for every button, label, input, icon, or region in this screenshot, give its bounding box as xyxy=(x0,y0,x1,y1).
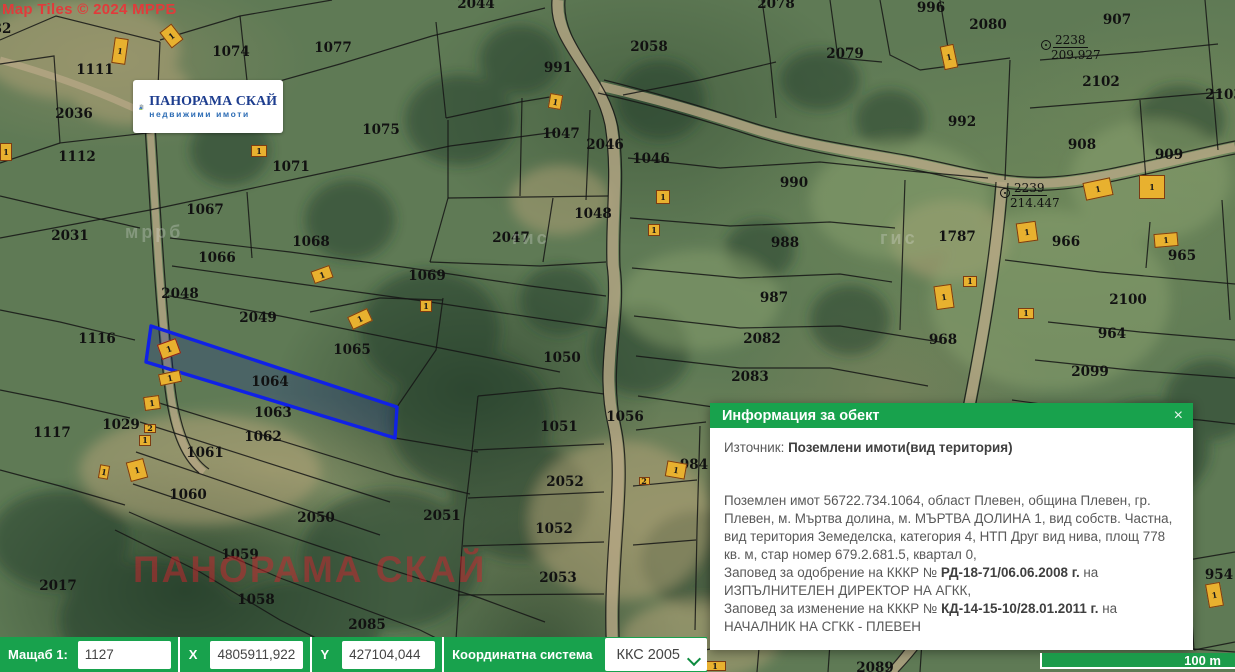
toolbar-divider xyxy=(310,637,312,672)
building-icon: 2 xyxy=(144,424,156,433)
toolbar-divider xyxy=(442,637,444,672)
source-line: Източник: Поземлени имоти(вид територия) xyxy=(724,439,1179,457)
parcel-description: Поземлен имот 56722.734.1064, област Пле… xyxy=(724,492,1180,636)
bottom-toolbar: Мащаб 1: X Y Координатна система ККС 200… xyxy=(0,637,707,672)
building-icon: 1 xyxy=(420,300,432,312)
survey-point-icon xyxy=(1041,40,1051,50)
info-panel-header: Информация за обект × xyxy=(710,403,1193,428)
building-icon: 1 xyxy=(1018,308,1034,319)
crs-label: Координатна система xyxy=(452,647,592,662)
logo-title: ПАНОРАМА СКАЙ xyxy=(149,94,277,110)
survey-point-elevation: 209.927 xyxy=(1051,49,1101,61)
building-icon: 1 xyxy=(648,224,660,236)
logo-subtitle: недвижими имоти xyxy=(149,110,277,120)
x-label: X xyxy=(189,647,198,662)
scale-input[interactable] xyxy=(78,641,171,669)
survey-point-elevation: 214.447 xyxy=(1010,197,1060,209)
map-attribution: Map Tiles © 2024 МРРБ xyxy=(2,1,177,18)
scale-bar-label: 100 m xyxy=(1184,653,1221,668)
building-icon: 1 xyxy=(1016,221,1039,244)
building-icon: 1 xyxy=(1139,175,1165,199)
survey-point-number: 2238 xyxy=(1053,34,1088,48)
y-coordinate-input[interactable] xyxy=(342,641,435,669)
building-icon: 1 xyxy=(1153,232,1178,248)
info-panel-body: Източник: Поземлени имоти(вид територия)… xyxy=(710,428,1193,650)
info-panel-title: Информация за обект xyxy=(722,408,879,424)
logo-arch-icon xyxy=(139,85,144,129)
map-scale-bar: 100 m xyxy=(1040,653,1235,669)
building-icon: 1 xyxy=(933,284,954,310)
source-value: Поземлени имоти(вид територия) xyxy=(788,440,1013,455)
building-icon: 1 xyxy=(0,143,12,161)
building-icon: 1 xyxy=(139,435,151,446)
building-icon: 1 xyxy=(547,92,562,109)
close-icon[interactable]: × xyxy=(1174,408,1183,424)
crs-selected-value: ККС 2005 xyxy=(617,647,681,663)
cadastre-map-app: 3211111074203620441077991205820789962080… xyxy=(0,0,1235,672)
building-icon: 2 xyxy=(639,477,650,485)
building-icon: 1 xyxy=(251,145,267,157)
chevron-down-icon xyxy=(687,652,701,666)
object-info-panel: Информация за обект × Източник: Поземлен… xyxy=(710,403,1193,650)
building-icon: 1 xyxy=(704,661,726,671)
crs-dropdown[interactable]: ККС 2005 xyxy=(605,638,708,671)
survey-point-icon xyxy=(1000,188,1010,198)
toolbar-divider xyxy=(178,637,180,672)
panorama-sky-logo: ПАНОРАМА СКАЙ недвижими имоти xyxy=(133,80,283,133)
x-coordinate-input[interactable] xyxy=(210,641,303,669)
survey-point-number: 2239 xyxy=(1012,182,1047,196)
building-icon: 1 xyxy=(963,276,977,287)
y-label: Y xyxy=(320,647,329,662)
scale-label: Мащаб 1: xyxy=(8,647,68,662)
building-icon: 1 xyxy=(665,460,687,479)
building-icon: 1 xyxy=(143,395,161,411)
source-label: Източник: xyxy=(724,440,788,455)
building-icon: 1 xyxy=(656,190,670,204)
